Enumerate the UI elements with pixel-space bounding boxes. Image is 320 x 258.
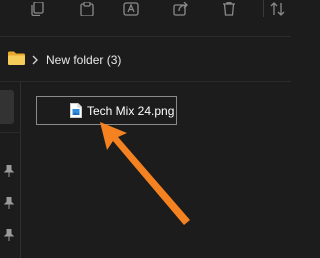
file-name-label[interactable]: Tech Mix 24.png — [87, 104, 174, 118]
paste-icon[interactable] — [77, 0, 97, 17]
orange-arrow — [100, 122, 190, 225]
folder-icon — [8, 51, 25, 70]
address-bar-divider — [0, 81, 291, 82]
delete-icon[interactable] — [219, 0, 239, 17]
toolbar-separator — [263, 0, 264, 17]
share-icon[interactable] — [171, 0, 191, 17]
rename-icon[interactable] — [121, 0, 141, 17]
pin-icon[interactable] — [3, 228, 15, 241]
nav-pane-border — [20, 82, 21, 258]
command-bar — [0, 0, 291, 25]
copy-icon[interactable] — [27, 0, 47, 17]
image-file-icon — [70, 103, 82, 123]
nav-pane-selected-item[interactable] — [0, 90, 14, 124]
address-bar[interactable]: New folder (3) — [0, 37, 291, 81]
pin-icon[interactable] — [3, 164, 15, 177]
chevron-right-icon — [31, 52, 39, 70]
file-item-selected[interactable]: Tech Mix 24.png — [36, 96, 177, 125]
nav-pane-divider — [0, 132, 20, 133]
pin-icon[interactable] — [3, 196, 15, 209]
sort-icon[interactable] — [268, 0, 288, 17]
breadcrumb-current-folder[interactable]: New folder (3) — [46, 53, 121, 67]
